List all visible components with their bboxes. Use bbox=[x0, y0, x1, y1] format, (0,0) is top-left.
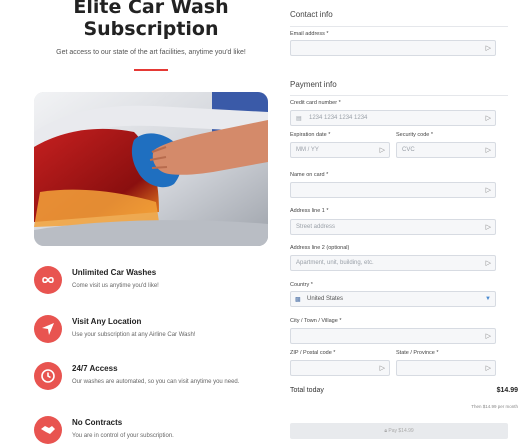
page-title: Elite Car Wash bbox=[73, 0, 229, 18]
hero-image bbox=[34, 92, 268, 246]
address-line2-placeholder: Apartment, unit, building, etc. bbox=[296, 260, 374, 266]
section-divider bbox=[290, 95, 508, 96]
autofill-icon: ▷ bbox=[485, 224, 491, 231]
address-line1-field[interactable]: Street address ▷ bbox=[290, 219, 496, 235]
autofill-icon: ▷ bbox=[485, 115, 491, 122]
country-value: United States bbox=[307, 296, 344, 302]
autofill-icon: ▷ bbox=[485, 147, 491, 154]
clock-icon bbox=[34, 362, 62, 390]
feature-title: Visit Any Location bbox=[72, 317, 142, 326]
title-divider bbox=[134, 69, 168, 71]
pay-button[interactable]: 🔒︎ Pay $14.99 bbox=[290, 423, 508, 439]
address-line1-placeholder: Street address bbox=[296, 224, 336, 230]
cvc-label: Security code * bbox=[396, 132, 433, 138]
address-line2-field[interactable]: Apartment, unit, building, etc. ▷ bbox=[290, 255, 496, 271]
name-on-card-field[interactable]: ▷ bbox=[290, 182, 496, 198]
cvc-placeholder: CVC bbox=[402, 147, 415, 153]
pay-button-label: Pay $14.99 bbox=[388, 428, 414, 434]
expiry-placeholder: MM / YY bbox=[296, 147, 319, 153]
country-select[interactable]: ▩ United States ▼ bbox=[290, 291, 496, 307]
autofill-icon: ▷ bbox=[485, 333, 491, 340]
state-label: State / Province * bbox=[396, 350, 439, 356]
autofill-icon: ▷ bbox=[485, 365, 491, 372]
card-number-label: Credit card number * bbox=[290, 100, 341, 106]
total-value: $14.99 bbox=[496, 387, 518, 394]
address-line1-label: Address line 1 * bbox=[290, 208, 329, 214]
card-icon: ▤ bbox=[296, 116, 302, 122]
feature-description: Use your subscription at any Airline Car… bbox=[72, 332, 196, 338]
card-number-placeholder: 1234 1234 1234 1234 bbox=[309, 115, 368, 121]
us-flag-icon: ▩ bbox=[295, 297, 301, 303]
email-label: Email address * bbox=[290, 31, 329, 37]
email-field[interactable]: ▷ bbox=[290, 40, 496, 56]
section-divider bbox=[290, 26, 508, 27]
feature-description: You are in control of your subscription. bbox=[72, 433, 174, 439]
payment-info-heading: Payment info bbox=[290, 80, 337, 89]
location-arrow-icon bbox=[34, 315, 62, 343]
city-field[interactable]: ▷ bbox=[290, 328, 496, 344]
checkout-form: Contact info Email address * ▷ Payment i… bbox=[278, 0, 530, 442]
autofill-icon: ▷ bbox=[485, 260, 491, 267]
autofill-icon: ▷ bbox=[485, 187, 491, 194]
autofill-icon: ▷ bbox=[379, 365, 385, 372]
zip-label: ZIP / Postal code * bbox=[290, 350, 336, 356]
zip-field[interactable]: ▷ bbox=[290, 360, 390, 376]
autofill-icon: ▷ bbox=[379, 147, 385, 154]
total-label: Total today bbox=[290, 387, 324, 394]
feature-title: 24/7 Access bbox=[72, 364, 118, 373]
address-line2-label: Address line 2 (optional) bbox=[290, 245, 350, 251]
feature-title: Unlimited Car Washes bbox=[72, 268, 157, 277]
cvc-field[interactable]: CVC ▷ bbox=[396, 142, 496, 158]
page-subtitle: Get access to our state of the art facil… bbox=[56, 49, 246, 56]
car-washing-illustration bbox=[34, 92, 268, 246]
name-on-card-label: Name on card * bbox=[290, 172, 329, 178]
feature-description: Come visit us anytime you'd like! bbox=[72, 283, 159, 289]
lock-icon: 🔒︎ bbox=[384, 428, 387, 434]
expiry-field[interactable]: MM / YY ▷ bbox=[290, 142, 390, 158]
feature-description: Our washes are automated, so you can vis… bbox=[72, 379, 240, 385]
contact-info-heading: Contact info bbox=[290, 10, 333, 19]
feature-title: No Contracts bbox=[72, 418, 123, 427]
chevron-down-icon: ▼ bbox=[485, 296, 491, 302]
handshake-icon bbox=[34, 416, 62, 444]
autofill-icon: ▷ bbox=[485, 45, 491, 52]
country-label: Country * bbox=[290, 282, 313, 288]
info-panel: Elite Car Wash Subscription Get access t… bbox=[0, 0, 278, 444]
state-field[interactable]: ▷ bbox=[396, 360, 496, 376]
recurring-note: Then $14.99 per month bbox=[471, 404, 518, 409]
infinity-icon bbox=[34, 266, 62, 294]
card-number-field[interactable]: ▤ 1234 1234 1234 1234 ▷ bbox=[290, 110, 496, 126]
expiry-label: Expiration date * bbox=[290, 132, 331, 138]
city-label: City / Town / Village * bbox=[290, 318, 342, 324]
page-title-line2: Subscription bbox=[83, 18, 219, 40]
